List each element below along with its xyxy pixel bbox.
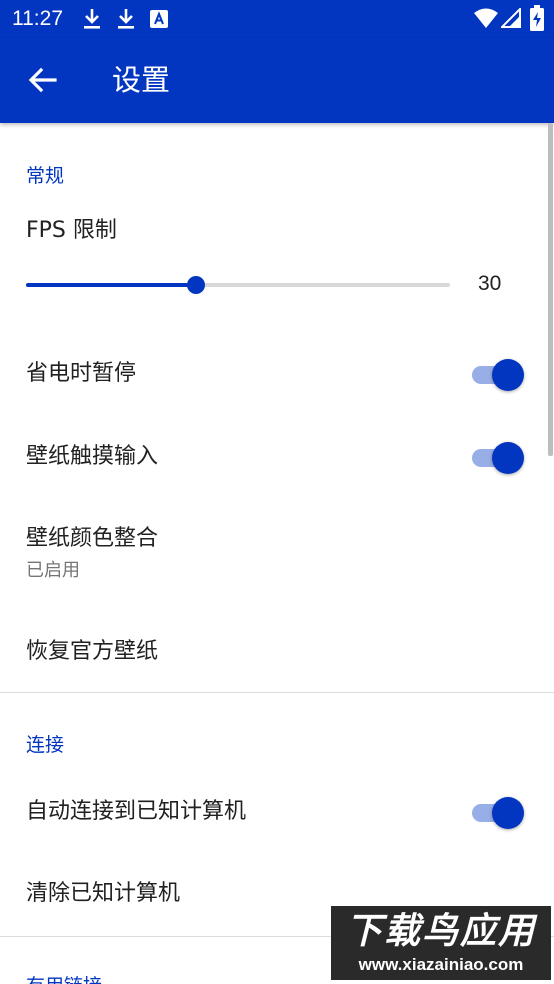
toggle-thumb [492,359,524,391]
status-bar: 11:27 [0,0,554,38]
font-a-icon [150,10,168,28]
watermark-url: www.xiazainiao.com [358,955,524,974]
slider-thumb[interactable] [187,276,205,294]
wallpaper-touch-input-title: 壁纸触摸输入 [26,444,159,469]
clear-known-computers-title: 清除已知计算机 [26,881,181,906]
download-icon [84,9,100,29]
watermark-logo: 下载鸟应用 www.xiazainiao.com [331,906,551,980]
arrow-left-icon [28,67,57,93]
wallpaper-touch-input-toggle[interactable] [472,440,526,474]
section-header-general: 常规 [26,165,65,187]
toggle-thumb [492,442,524,474]
toggle-thumb [492,797,524,829]
scrollbar[interactable] [548,123,553,456]
fps-limit-value: 30 [478,272,502,295]
settings-screen: 11:27 设置 常规 FPS 限制 30 省电时暂停 壁纸触摸输入 壁纸颜色整… [0,0,554,984]
slider-active-track [26,283,196,287]
back-button[interactable] [22,59,64,101]
page-title: 设置 [112,63,171,97]
restore-official-wallpaper-title: 恢复官方壁纸 [26,639,159,664]
battery-charging-icon [530,5,544,31]
pause-on-battery-saver-title: 省电时暂停 [26,361,137,386]
watermark-title: 下载鸟应用 [345,911,536,952]
settings-list: 常规 FPS 限制 30 省电时暂停 壁纸触摸输入 壁纸颜色整合 已启用 恢复官… [0,123,554,984]
section-divider [0,692,554,693]
section-header-links: 有用链接 [26,973,102,984]
wallpaper-color-integration-summary: 已启用 [26,560,80,581]
section-header-connection: 连接 [26,734,65,756]
app-bar: 设置 [0,38,554,123]
status-time: 11:27 [12,7,63,30]
pause-on-battery-saver-toggle[interactable] [472,357,526,391]
auto-connect-title: 自动连接到已知计算机 [26,799,247,824]
fps-limit-slider[interactable] [26,275,450,295]
signal-icon [501,8,521,28]
wallpaper-color-integration-title: 壁纸颜色整合 [26,526,159,551]
download-icon [118,9,134,29]
auto-connect-toggle[interactable] [472,795,526,829]
fps-limit-title: FPS 限制 [26,218,117,243]
wifi-icon [474,8,498,28]
